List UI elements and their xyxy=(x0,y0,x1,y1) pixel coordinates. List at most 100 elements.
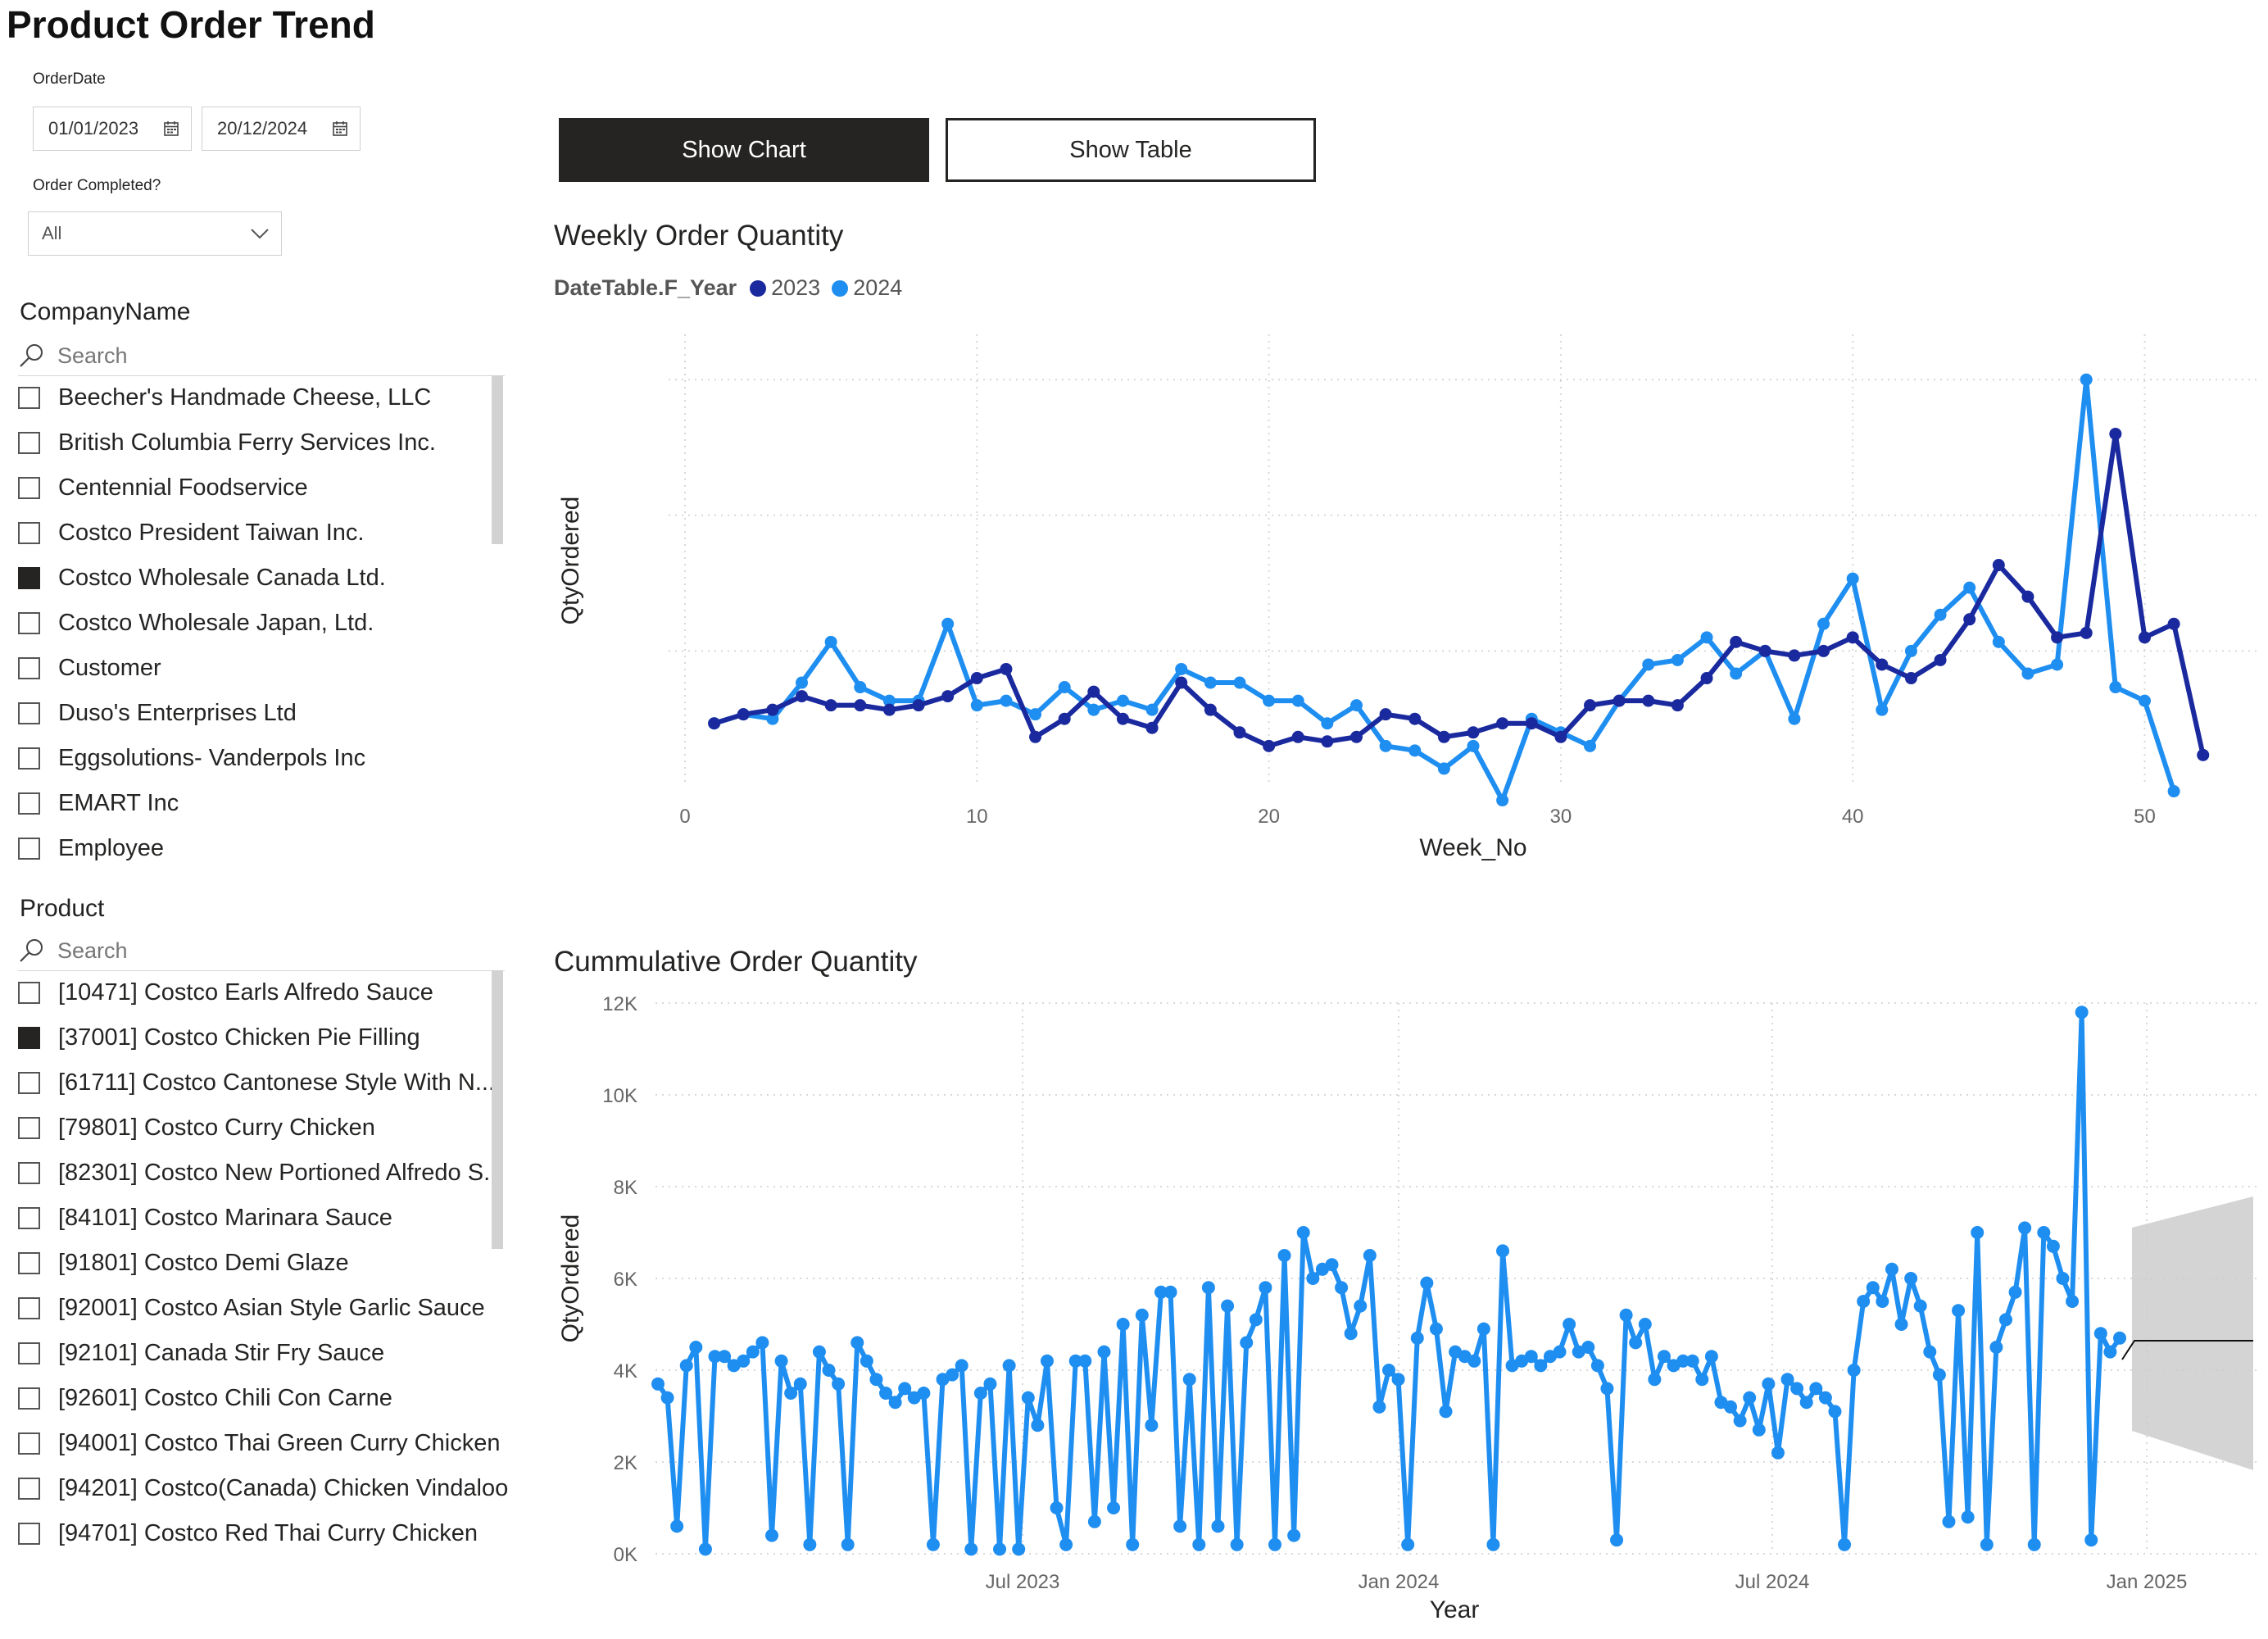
product-search-input[interactable]: Search xyxy=(18,931,505,971)
cumulative-point xyxy=(1230,1537,1244,1551)
checkbox[interactable] xyxy=(18,1387,40,1410)
cumulative-point xyxy=(1021,1391,1035,1405)
series-2024-point xyxy=(2051,658,2064,671)
cumulative-point xyxy=(1553,1345,1567,1359)
y-axis-title: QtyOrdered xyxy=(557,497,584,625)
cumulative-point xyxy=(2066,1295,2080,1308)
checkbox[interactable] xyxy=(18,1523,40,1545)
cumulative-point xyxy=(1799,1396,1813,1410)
series-2023-point xyxy=(1058,712,1071,725)
series-2023-point xyxy=(1437,730,1450,743)
product-item[interactable]: [92601] Costco Chili Con Carne xyxy=(18,1376,510,1421)
series-2023-line xyxy=(713,431,2206,756)
checkbox[interactable] xyxy=(18,387,40,409)
cumulative-point xyxy=(1363,1249,1377,1262)
cumulative-point xyxy=(860,1354,873,1368)
product-item[interactable]: [94001] Costco Thai Green Curry Chicken xyxy=(18,1421,510,1466)
company-item[interactable]: Centennial Foodservice xyxy=(18,465,501,511)
cumulative-point xyxy=(1780,1373,1794,1387)
checkbox[interactable] xyxy=(18,1297,40,1319)
cumulative-point xyxy=(1040,1354,1054,1368)
company-item[interactable]: Beecher's Handmade Cheese, LLC xyxy=(18,375,501,420)
company-item[interactable]: Customer xyxy=(18,646,501,691)
cumulative-point xyxy=(1496,1244,1510,1258)
show-chart-button[interactable]: Show Chart xyxy=(559,118,929,182)
product-item[interactable]: [82301] Costco New Portioned Alfredo S..… xyxy=(18,1151,510,1196)
order-completed-dropdown[interactable]: All xyxy=(28,211,282,256)
calendar-icon[interactable] xyxy=(163,120,179,137)
checkbox[interactable] xyxy=(18,1342,40,1364)
cumulative-point xyxy=(1847,1364,1861,1377)
product-item[interactable]: [92101] Canada Stir Fry Sauce xyxy=(18,1331,510,1376)
company-item-label: Costco President Taiwan Inc. xyxy=(58,520,365,546)
checkbox[interactable] xyxy=(18,1207,40,1229)
product-item[interactable]: [79801] Costco Curry Chicken xyxy=(18,1106,510,1151)
checkbox[interactable] xyxy=(18,612,40,634)
series-2024-point xyxy=(1934,608,1947,621)
product-item-label: [91801] Costco Demi Glaze xyxy=(58,1250,349,1276)
end-date-input[interactable]: 20/12/2024 xyxy=(202,107,361,151)
checkbox[interactable] xyxy=(18,432,40,454)
start-date-input[interactable]: 01/01/2023 xyxy=(33,107,192,151)
company-scrollbar[interactable] xyxy=(492,375,503,544)
cumulative-point xyxy=(879,1387,893,1400)
series-2024-point xyxy=(1145,703,1159,716)
checkbox[interactable] xyxy=(18,477,40,499)
calendar-icon[interactable] xyxy=(332,120,348,137)
y-axis-title: QtyOrdered xyxy=(557,1214,584,1343)
company-item[interactable]: Duso's Enterprises Ltd xyxy=(18,691,501,736)
company-item[interactable]: Eggsolutions- Vanderpols Inc xyxy=(18,736,501,781)
series-2023-point xyxy=(1758,644,1771,657)
product-item[interactable]: [94201] Costco(Canada) Chicken Vindaloo xyxy=(18,1466,510,1511)
cumulative-point xyxy=(1420,1276,1434,1290)
product-item[interactable]: [92001] Costco Asian Style Garlic Sauce xyxy=(18,1286,510,1331)
checkbox[interactable] xyxy=(18,657,40,679)
checkbox[interactable] xyxy=(18,1478,40,1500)
company-item[interactable]: EMART Inc xyxy=(18,781,501,826)
checkbox[interactable] xyxy=(18,838,40,860)
checkbox[interactable] xyxy=(18,747,40,770)
company-item[interactable]: Costco President Taiwan Inc. xyxy=(18,511,501,556)
product-item[interactable]: [10471] Costco Earls Alfredo Sauce xyxy=(18,970,510,1015)
product-item[interactable]: [84101] Costco Marinara Sauce xyxy=(18,1196,510,1241)
series-2023-point xyxy=(1700,672,1713,685)
cumulative-point xyxy=(1012,1542,1026,1556)
company-item[interactable]: Costco Wholesale Canada Ltd. xyxy=(18,556,501,601)
x-tick-label: 40 xyxy=(1842,806,1864,828)
series-2024-point xyxy=(1963,581,1976,594)
cumulative-point xyxy=(2027,1537,2041,1551)
checkbox[interactable] xyxy=(18,1432,40,1455)
product-item[interactable]: [94701] Costco Red Thai Curry Chicken xyxy=(18,1511,510,1556)
checkbox[interactable] xyxy=(18,702,40,724)
series-2023-point xyxy=(2109,427,2122,440)
checkbox[interactable] xyxy=(18,1162,40,1184)
cumulative-point xyxy=(689,1341,703,1354)
checkbox[interactable] xyxy=(18,792,40,815)
product-item[interactable]: [91801] Costco Demi Glaze xyxy=(18,1241,510,1286)
company-item-label: Costco Wholesale Japan, Ltd. xyxy=(58,610,374,636)
checkbox[interactable] xyxy=(18,522,40,544)
cumulative-point xyxy=(698,1542,712,1556)
checkbox[interactable] xyxy=(18,1252,40,1274)
product-scrollbar[interactable] xyxy=(492,970,503,1249)
product-item-label: [37001] Costco Chicken Pie Filling xyxy=(58,1024,420,1051)
cumulative-point xyxy=(841,1537,855,1551)
company-item[interactable]: British Columbia Ferry Services Inc. xyxy=(18,420,501,465)
product-item[interactable]: [61711] Costco Cantonese Style With N... xyxy=(18,1060,510,1106)
checkbox[interactable] xyxy=(18,1072,40,1094)
company-item[interactable]: Costco Wholesale Japan, Ltd. xyxy=(18,601,501,646)
cumulative-point xyxy=(1600,1382,1614,1396)
show-table-button[interactable]: Show Table xyxy=(946,118,1316,182)
checkbox[interactable] xyxy=(18,1027,40,1049)
checkbox[interactable] xyxy=(18,567,40,589)
checkbox[interactable] xyxy=(18,982,40,1004)
cumulative-point xyxy=(1002,1359,1016,1373)
product-search-placeholder: Search xyxy=(57,938,128,963)
company-search-input[interactable]: Search xyxy=(18,336,505,376)
cumulative-point xyxy=(1221,1299,1235,1313)
checkbox[interactable] xyxy=(18,1117,40,1139)
product-item[interactable]: [37001] Costco Chicken Pie Filling xyxy=(18,1015,510,1060)
series-2024-point xyxy=(1992,635,2005,648)
series-2024-point xyxy=(1496,794,1509,807)
company-item[interactable]: Employee xyxy=(18,826,501,871)
